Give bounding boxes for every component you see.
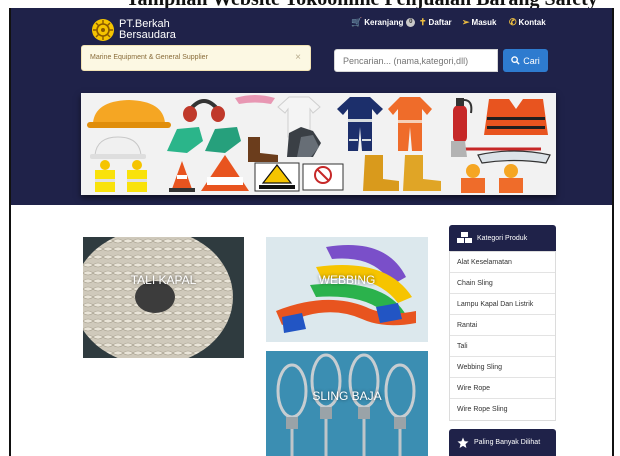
product-card-tali-kapal[interactable]: TALI KAPAL: [83, 237, 244, 358]
search-button[interactable]: Cari: [503, 49, 548, 72]
category-item-alat-keselamatan[interactable]: Alat Keselamatan: [450, 252, 555, 273]
black-gloves-icon: [287, 127, 321, 157]
cart-count-badge: 0: [406, 18, 416, 27]
nav-register-label: Daftar: [428, 18, 452, 27]
product-label-sling-baja: SLING BAJA: [312, 389, 382, 403]
brand-line-2: Bersaudara: [119, 29, 176, 41]
category-item-rantai[interactable]: Rantai: [450, 315, 555, 336]
nav-contact-label: Kontak: [518, 18, 546, 27]
workers-hardhat-icon: [461, 164, 523, 193]
category-item-webbing-sling[interactable]: Webbing Sling: [450, 357, 555, 378]
nav-login-link[interactable]: ➢ Masuk: [462, 17, 496, 28]
category-panel-title: Kategori Produk: [477, 234, 528, 242]
rope-coil-image: [83, 237, 244, 358]
no-smoking-sign-icon: [302, 163, 344, 191]
ship-wheel-logo-icon[interactable]: [91, 18, 115, 42]
search-icon: [511, 56, 520, 65]
nav-contact-link[interactable]: ✆ Kontak: [509, 17, 546, 28]
frame-border-right: [612, 8, 614, 456]
login-icon: ➢: [462, 17, 470, 27]
user-icon: ✝: [419, 17, 427, 27]
product-card-webbing[interactable]: WEBBING: [266, 237, 428, 342]
phone-icon: ✆: [509, 17, 517, 27]
category-list: Alat Keselamatan Chain Sling Lampu Kapal…: [449, 251, 556, 421]
nav-login-label: Masuk: [471, 18, 497, 27]
category-item-lampu-kapal[interactable]: Lampu Kapal Dan Listrik: [450, 294, 555, 315]
popular-panel-heading: Paling Banyak Dilihat: [449, 429, 556, 456]
cart-icon: 🛒: [351, 17, 363, 27]
navy-coverall-icon: [337, 97, 383, 151]
category-item-wire-rope-sling[interactable]: Wire Rope Sling: [450, 399, 555, 420]
vest-workers-icon: [95, 160, 147, 192]
category-item-tali[interactable]: Tali: [450, 336, 555, 357]
earmuff-icon: [183, 99, 225, 122]
alert-close-button[interactable]: ×: [295, 52, 301, 63]
product-label-webbing: WEBBING: [318, 273, 376, 287]
hard-hat-icon: [87, 100, 171, 128]
yellow-boots-icon: [363, 155, 441, 191]
search-button-label: Cari: [523, 55, 540, 66]
caution-barricade-icon: [201, 155, 249, 191]
nav-cart-label: Keranjang: [364, 18, 404, 27]
product-label-tali-kapal: TALI KAPAL: [130, 273, 197, 287]
webbing-sling-image: [266, 237, 428, 342]
search-input[interactable]: [334, 49, 498, 72]
life-jacket-icon: [484, 99, 548, 135]
traffic-cone-icon: [169, 161, 195, 192]
brand-name[interactable]: PT.Berkah Bersaudara: [119, 19, 176, 41]
nav-cart-link[interactable]: 🛒 Keranjang 0: [351, 17, 416, 28]
orange-coverall-icon: [388, 97, 432, 151]
popular-panel-title: Paling Banyak Dilihat: [474, 439, 541, 446]
wire-sling-image: [266, 351, 428, 456]
green-gloves-icon: [167, 127, 241, 153]
category-item-wire-rope[interactable]: Wire Rope: [450, 378, 555, 399]
page-heading: Tampilan Website Tokoonline Penjualan Ba…: [126, 0, 598, 8]
category-item-chain-sling[interactable]: Chain Sling: [450, 273, 555, 294]
product-card-sling-baja[interactable]: SLING BAJA: [266, 351, 428, 456]
page-heading-strip: Tampilan Website Tokoonline Penjualan Ba…: [0, 0, 620, 8]
tagline-alert: Marine Equipment & General Supplier ×: [81, 45, 311, 71]
warning-sign-icon: [254, 162, 300, 192]
nav-register-link[interactable]: ✝ Daftar: [419, 17, 452, 28]
cubes-icon: [457, 232, 472, 243]
safety-equipment-banner[interactable]: [81, 93, 556, 195]
safety-glasses-icon: [235, 95, 275, 104]
category-panel-heading: Kategori Produk: [449, 225, 556, 251]
tagline-text: Marine Equipment & General Supplier: [90, 54, 208, 61]
star-icon: [457, 437, 469, 448]
